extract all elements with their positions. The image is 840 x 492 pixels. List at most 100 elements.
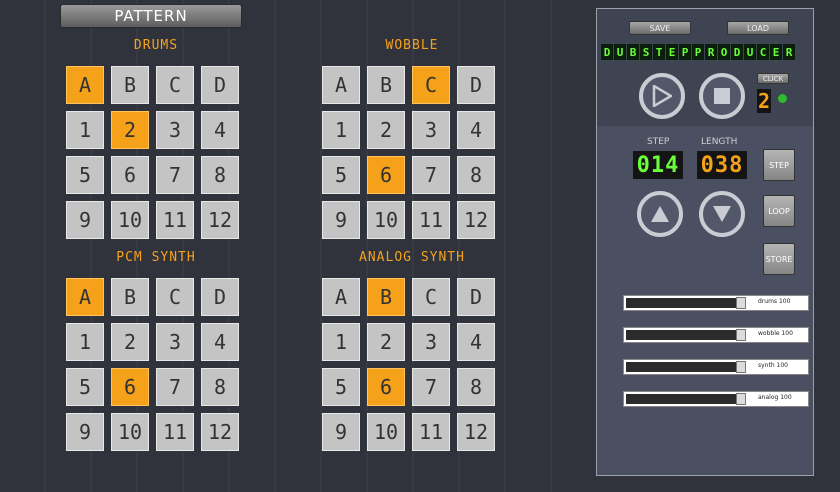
led-character: D bbox=[731, 44, 743, 60]
pattern-bank-pad[interactable]: D bbox=[457, 278, 495, 316]
pattern-bank-pad[interactable]: D bbox=[201, 66, 239, 104]
volume-slider[interactable]: synth 100 bbox=[623, 359, 809, 375]
pattern-number-pad[interactable]: 6 bbox=[367, 368, 405, 406]
pattern-number-pad[interactable]: 2 bbox=[367, 323, 405, 361]
pattern-number-pad[interactable]: 7 bbox=[156, 156, 194, 194]
pattern-number-pad[interactable]: 11 bbox=[412, 413, 450, 451]
pattern-number-pad[interactable]: 12 bbox=[457, 201, 495, 239]
pattern-bank-pad[interactable]: B bbox=[111, 278, 149, 316]
pattern-number-pad[interactable]: 9 bbox=[322, 201, 360, 239]
step-display: 014 bbox=[633, 151, 683, 179]
up-button[interactable] bbox=[637, 191, 683, 237]
pattern-number-pad[interactable]: 5 bbox=[322, 156, 360, 194]
pattern-number-pad[interactable]: 4 bbox=[457, 111, 495, 149]
pattern-number-pad[interactable]: 9 bbox=[66, 201, 104, 239]
pattern-number-pad[interactable]: 2 bbox=[111, 111, 149, 149]
pattern-number-pad[interactable]: 12 bbox=[201, 413, 239, 451]
pattern-number-pad[interactable]: 2 bbox=[367, 111, 405, 149]
pattern-number-pad[interactable]: 11 bbox=[156, 413, 194, 451]
pattern-bank-pad[interactable]: D bbox=[201, 278, 239, 316]
pattern-bank-pad[interactable]: C bbox=[412, 66, 450, 104]
control-panel: SAVE LOAD DUBSTEPPRODUCER CLICK 2 STEP L… bbox=[596, 8, 814, 476]
slider-track bbox=[626, 394, 746, 404]
pattern-number-pad[interactable]: 8 bbox=[457, 368, 495, 406]
pattern-bank-pad[interactable]: C bbox=[156, 66, 194, 104]
pattern-bank-pad[interactable]: C bbox=[156, 278, 194, 316]
save-button[interactable]: SAVE bbox=[629, 21, 691, 35]
pattern-bank-pad[interactable]: A bbox=[322, 66, 360, 104]
pattern-bank-pad[interactable]: B bbox=[367, 66, 405, 104]
led-character: D bbox=[601, 44, 613, 60]
pattern-number-pad[interactable]: 9 bbox=[66, 413, 104, 451]
led-character: B bbox=[627, 44, 639, 60]
pattern-number-pad[interactable]: 7 bbox=[412, 368, 450, 406]
pattern-bank-pad[interactable]: B bbox=[111, 66, 149, 104]
down-button[interactable] bbox=[699, 191, 745, 237]
pattern-number-pad[interactable]: 4 bbox=[201, 111, 239, 149]
pattern-number-pad[interactable]: 3 bbox=[412, 323, 450, 361]
slider-label: wobble 100 bbox=[758, 330, 793, 337]
pattern-bank-pad[interactable]: B bbox=[367, 278, 405, 316]
volume-slider[interactable]: analog 100 bbox=[623, 391, 809, 407]
slider-thumb[interactable] bbox=[736, 329, 746, 341]
pattern-number-pad[interactable]: 9 bbox=[322, 413, 360, 451]
pattern-number-pad[interactable]: 10 bbox=[111, 413, 149, 451]
pattern-number-pad[interactable]: 6 bbox=[367, 156, 405, 194]
pattern-number-pad[interactable]: 6 bbox=[111, 368, 149, 406]
slider-thumb[interactable] bbox=[736, 393, 746, 405]
pattern-number-pad[interactable]: 3 bbox=[412, 111, 450, 149]
slider-thumb[interactable] bbox=[736, 297, 746, 309]
pattern-number-pad[interactable]: 3 bbox=[156, 323, 194, 361]
loop-button[interactable]: LOOP bbox=[763, 195, 795, 227]
pattern-number-pad[interactable]: 5 bbox=[322, 368, 360, 406]
click-value: 2 bbox=[757, 89, 771, 113]
pattern-number-pad[interactable]: 4 bbox=[457, 323, 495, 361]
pattern-number-pad[interactable]: 1 bbox=[66, 323, 104, 361]
pattern-button[interactable]: PATTERN bbox=[60, 4, 242, 28]
pattern-number-pad[interactable]: 8 bbox=[457, 156, 495, 194]
led-character: C bbox=[757, 44, 769, 60]
step-button[interactable]: STEP bbox=[763, 149, 795, 181]
pattern-number-pad[interactable]: 10 bbox=[367, 413, 405, 451]
group-title: PCM SYNTH bbox=[116, 250, 196, 265]
pattern-number-pad[interactable]: 6 bbox=[111, 156, 149, 194]
led-character: T bbox=[653, 44, 665, 60]
pattern-bank-pad[interactable]: D bbox=[457, 66, 495, 104]
led-character: E bbox=[770, 44, 782, 60]
pattern-number-pad[interactable]: 10 bbox=[111, 201, 149, 239]
pattern-number-pad[interactable]: 11 bbox=[156, 201, 194, 239]
click-button[interactable]: CLICK bbox=[757, 73, 789, 84]
pattern-number-pad[interactable]: 12 bbox=[457, 413, 495, 451]
slider-label: analog 100 bbox=[758, 394, 792, 401]
pattern-number-pad[interactable]: 3 bbox=[156, 111, 194, 149]
load-button[interactable]: LOAD bbox=[727, 21, 789, 35]
store-button[interactable]: STORE bbox=[763, 243, 795, 275]
pattern-bank-pad[interactable]: C bbox=[412, 278, 450, 316]
pattern-number-pad[interactable]: 1 bbox=[322, 323, 360, 361]
pattern-number-pad[interactable]: 1 bbox=[322, 111, 360, 149]
pattern-number-pad[interactable]: 8 bbox=[201, 156, 239, 194]
group-title: DRUMS bbox=[133, 38, 179, 53]
play-button[interactable] bbox=[639, 73, 685, 119]
pattern-bank-pad[interactable]: A bbox=[66, 278, 104, 316]
led-character: P bbox=[679, 44, 691, 60]
slider-thumb[interactable] bbox=[736, 361, 746, 373]
pattern-number-pad[interactable]: 11 bbox=[412, 201, 450, 239]
volume-slider[interactable]: drums 100 bbox=[623, 295, 809, 311]
pattern-number-pad[interactable]: 5 bbox=[66, 156, 104, 194]
pattern-number-pad[interactable]: 2 bbox=[111, 323, 149, 361]
arrow-up-icon bbox=[651, 206, 669, 222]
pattern-number-pad[interactable]: 8 bbox=[201, 368, 239, 406]
volume-slider[interactable]: wobble 100 bbox=[623, 327, 809, 343]
pattern-number-pad[interactable]: 5 bbox=[66, 368, 104, 406]
pattern-number-pad[interactable]: 7 bbox=[412, 156, 450, 194]
pattern-number-pad[interactable]: 12 bbox=[201, 201, 239, 239]
stop-button[interactable] bbox=[699, 73, 745, 119]
pattern-number-pad[interactable]: 10 bbox=[367, 201, 405, 239]
pattern-bank-pad[interactable]: A bbox=[322, 278, 360, 316]
pattern-number-pad[interactable]: 1 bbox=[66, 111, 104, 149]
pattern-bank-pad[interactable]: A bbox=[66, 66, 104, 104]
led-character: E bbox=[666, 44, 678, 60]
pattern-number-pad[interactable]: 7 bbox=[156, 368, 194, 406]
pattern-number-pad[interactable]: 4 bbox=[201, 323, 239, 361]
